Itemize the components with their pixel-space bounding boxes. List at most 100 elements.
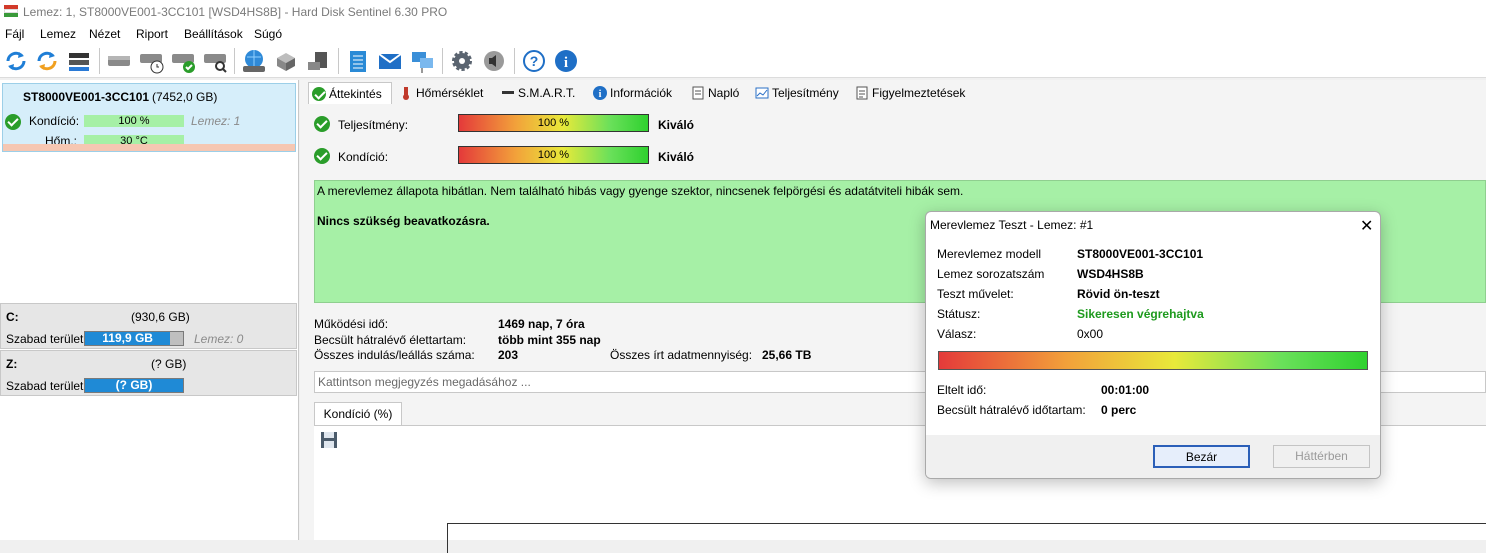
uptime-label: Működési idő: — [314, 317, 389, 331]
tab-alerts[interactable]: Figyelmeztetések — [852, 82, 972, 104]
tab-health-chart[interactable]: Kondíció (%) — [314, 402, 402, 426]
volume-c[interactable]: C: (930,6 GB) Szabad terület 119,9 GB Le… — [0, 303, 297, 349]
save-icon[interactable] — [320, 431, 338, 449]
status-text: A merevlemez állapota hibátlan. Nem talá… — [317, 184, 964, 198]
alerts-doc-icon — [856, 86, 868, 100]
speaker-icon[interactable] — [481, 48, 507, 74]
performance-rating: Kiváló — [658, 118, 695, 132]
disk-search-icon[interactable] — [202, 48, 228, 74]
lifetime-label: Becsült hátralévő élettartam: — [314, 333, 467, 347]
performance-bar: 100 % — [458, 114, 649, 132]
volume-name: C: — [6, 310, 19, 324]
disk-card-strip — [3, 144, 295, 151]
menu-disk[interactable]: Lemez — [40, 27, 76, 41]
disk-card[interactable]: ST8000VE001-3CC101 (7452,0 GB) Kondíció:… — [2, 83, 296, 152]
health-ok-icon — [314, 148, 330, 164]
elapsed-label: Eltelt idő: — [937, 383, 987, 397]
menu-file[interactable]: Fájl — [5, 27, 24, 41]
background-button[interactable]: Háttérben — [1273, 445, 1370, 468]
health-chart-frame — [447, 523, 1486, 553]
volume-name: Z: — [6, 357, 18, 371]
mail-icon[interactable] — [377, 48, 403, 74]
tab-smart[interactable]: S.M.A.R.T. — [498, 82, 586, 104]
refresh-icon[interactable] — [3, 48, 29, 74]
tab-overview[interactable]: Áttekintés — [308, 82, 392, 104]
disk-list-icon[interactable] — [66, 48, 92, 74]
disk-check-icon[interactable] — [170, 48, 196, 74]
network-drive-icon[interactable] — [305, 48, 331, 74]
log-icon — [692, 86, 704, 100]
window-title: Lemez: 1, ST8000VE001-3CC101 [WSD4HS8B] … — [23, 5, 448, 19]
network-icon[interactable] — [409, 48, 435, 74]
svg-text:?: ? — [530, 53, 539, 69]
menu-view[interactable]: Nézet — [89, 27, 120, 41]
performance-label: Teljesítmény: — [338, 118, 409, 132]
close-icon[interactable]: ✕ — [1360, 216, 1373, 236]
disk-list-panel: ST8000VE001-3CC101 (7452,0 GB) Kondíció:… — [0, 80, 299, 540]
response-value: 0x00 — [1077, 327, 1104, 341]
svg-text:i: i — [564, 55, 568, 71]
disk-icon[interactable] — [106, 48, 132, 74]
free-space-bar: (? GB) — [84, 378, 184, 393]
free-space-label: Szabad terület — [6, 332, 84, 346]
dialog-title: Merevlemez Teszt - Lemez: #1 — [930, 218, 1094, 232]
free-space-bar: 119,9 GB — [84, 331, 184, 346]
svg-text:i: i — [599, 89, 602, 100]
action-text: Nincs szükség beavatkozásra. — [317, 214, 490, 228]
disk-test-dialog: Merevlemez Teszt - Lemez: #1 ✕ Merevleme… — [925, 211, 1381, 479]
tab-performance[interactable]: Teljesítmény — [752, 82, 848, 104]
serial-label: Lemez sorozatszám — [937, 267, 1045, 281]
status-label: Státusz: — [937, 307, 981, 321]
disk-tag: Lemez: 1 — [191, 114, 241, 128]
free-space-value: 119,9 GB — [85, 332, 171, 345]
menu-report[interactable]: Riport — [136, 27, 168, 41]
disk-size: (7452,0 GB) — [152, 90, 218, 104]
server-icon[interactable] — [273, 48, 299, 74]
app-flag-icon — [4, 5, 18, 18]
menu-help[interactable]: Súgó — [254, 27, 282, 41]
tab-temperature[interactable]: Hőmérséklet — [396, 82, 494, 104]
tab-information[interactable]: i Információk — [590, 82, 684, 104]
check-icon — [312, 87, 326, 101]
health-label: Kondíció: — [338, 150, 389, 164]
health-bar: 100 % — [458, 146, 649, 164]
model-label: Merevlemez modell — [937, 247, 1042, 261]
free-space-label: Szabad terület — [6, 379, 84, 393]
menu-settings[interactable]: Beállítások — [184, 27, 243, 41]
tab-bar: Áttekintés Hőmérséklet S.M.A.R.T. i Info… — [308, 82, 1486, 104]
volume-size: (? GB) — [151, 357, 187, 371]
globe-disk-icon[interactable] — [241, 48, 267, 74]
written-label: Összes írt adatmennyiség: — [610, 348, 753, 362]
toolbar: ? i — [0, 44, 1486, 78]
help-icon[interactable]: ? — [521, 48, 547, 74]
info-icon[interactable]: i — [553, 48, 579, 74]
test-progress-bar — [938, 351, 1368, 370]
status-value: Sikeresen végrehajtva — [1077, 307, 1204, 321]
refresh-all-icon[interactable] — [34, 48, 60, 74]
uptime-value: 1469 nap, 7 óra — [498, 317, 585, 331]
remaining-value: 0 perc — [1101, 403, 1137, 417]
health-bar: 100 % — [84, 115, 184, 127]
settings-gear-icon[interactable] — [449, 48, 475, 74]
notepad-icon[interactable] — [345, 48, 371, 74]
disk-name: ST8000VE001-3CC101 — [23, 90, 150, 104]
written-value: 25,66 TB — [762, 348, 812, 362]
model-value: ST8000VE001-3CC101 — [1077, 247, 1204, 261]
tab-log[interactable]: Napló — [688, 82, 746, 104]
starts-value: 203 — [498, 348, 519, 362]
free-space-value: (? GB) — [85, 379, 183, 392]
perf-ok-icon — [314, 116, 330, 132]
health-label: Kondíció: — [29, 114, 80, 128]
volume-z[interactable]: Z: (? GB) Szabad terület (? GB) — [0, 350, 297, 396]
info-icon: i — [593, 86, 607, 100]
health-ok-icon — [5, 114, 21, 130]
dialog-footer: Bezár Háttérben — [926, 435, 1380, 478]
volume-disk-tag: Lemez: 0 — [194, 332, 244, 346]
close-button[interactable]: Bezár — [1153, 445, 1250, 468]
health-rating: Kiváló — [658, 150, 695, 164]
menu-bar: Fájl Lemez Nézet Riport Beállítások Súgó — [0, 24, 1486, 44]
test-operation-value: Rövid ön-teszt — [1077, 287, 1160, 301]
elapsed-value: 00:01:00 — [1101, 383, 1150, 397]
disk-clock-icon[interactable] — [138, 48, 164, 74]
smart-icon — [502, 91, 514, 94]
